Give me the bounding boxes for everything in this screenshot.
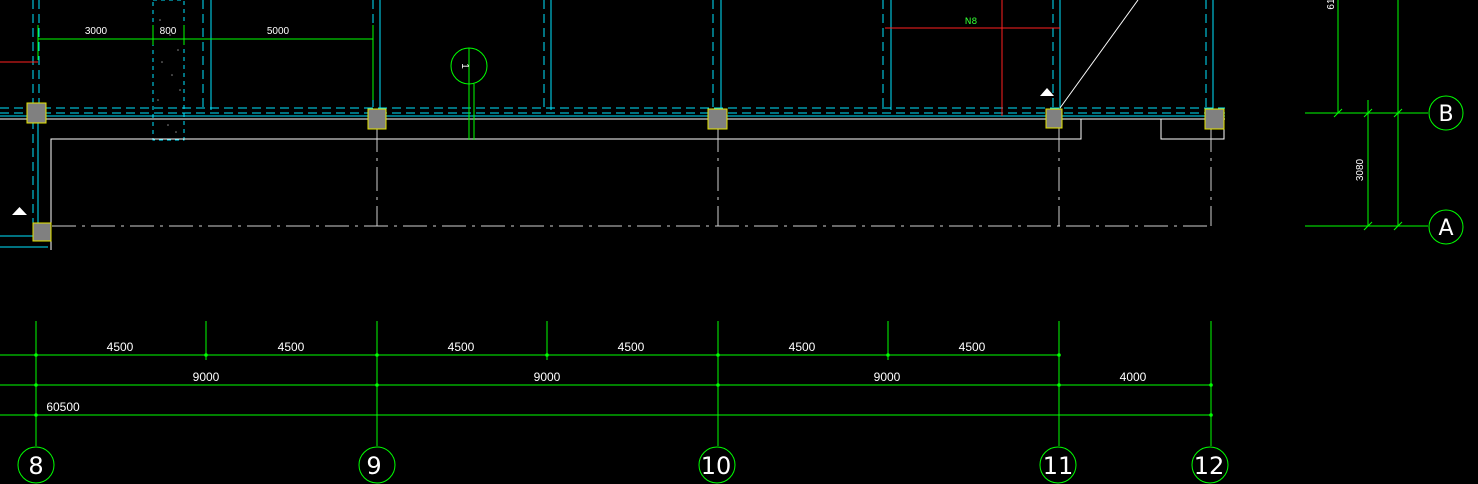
columns <box>26 102 1225 242</box>
row-axis-dimensions <box>1305 0 1428 227</box>
column-axis-label-9: 9 <box>366 452 381 480</box>
vertical-dim-0: 3080 <box>1355 158 1366 181</box>
section-marker-icon <box>450 47 488 140</box>
column-axis-bubble-8: 8 <box>17 446 55 484</box>
dim-row1-1: 4500 <box>278 340 305 354</box>
dim-row2-2: 9000 <box>874 370 901 384</box>
dim-row1-3: 4500 <box>618 340 645 354</box>
dim-row1-5: 4500 <box>959 340 986 354</box>
column-axis-label-12: 12 <box>1194 452 1225 480</box>
elevation-marker-icon <box>1040 88 1054 96</box>
column-icon <box>367 108 387 130</box>
column-axis-bubble-11: 11 <box>1039 446 1077 484</box>
row-axis-label-b: B <box>1438 102 1453 127</box>
column-icon <box>707 108 728 130</box>
column-icon <box>32 222 52 242</box>
dim-row1-2: 4500 <box>448 340 475 354</box>
cad-drawing-canvas: 3000 800 5000 N8 1 3080 61 B A 4500 4500… <box>0 0 1464 484</box>
dim-row2-1: 9000 <box>534 370 561 384</box>
dim-row1-0: 4500 <box>107 340 134 354</box>
section-marker-label: 1 <box>459 63 470 69</box>
top-dim-2: 5000 <box>267 26 290 37</box>
row-axis-bubble-a: A <box>1428 209 1464 245</box>
grid-center-lines <box>52 128 1212 227</box>
column-axis-bubble-10: 10 <box>698 446 736 484</box>
top-dim-1: 800 <box>160 26 177 37</box>
red-leader-label: N8 <box>965 17 978 27</box>
dim-row3-0: 60500 <box>46 400 80 414</box>
column-axis-label-10: 10 <box>701 452 732 480</box>
column-axis-bubble-12: 12 <box>1191 446 1229 484</box>
column-icon <box>1045 108 1063 129</box>
vertical-dim-1: 61 <box>1326 0 1337 10</box>
row-axis-label-a: A <box>1438 216 1453 241</box>
dim-row2-0: 9000 <box>193 370 220 384</box>
red-leader <box>0 0 1060 116</box>
column-axis-bubble-9: 9 <box>358 446 396 484</box>
column-icon <box>1204 108 1225 130</box>
dim-row2-3: 4000 <box>1120 370 1147 384</box>
bottom-dimension-lines <box>0 321 1212 446</box>
column-axis-label-11: 11 <box>1043 452 1074 480</box>
column-icon <box>26 102 47 124</box>
dim-row1-4: 4500 <box>789 340 816 354</box>
column-axis-label-8: 8 <box>28 452 43 480</box>
row-axis-bubble-b: B <box>1428 95 1464 131</box>
top-dim-0: 3000 <box>85 26 108 37</box>
elevation-marker-icon <box>12 207 27 215</box>
